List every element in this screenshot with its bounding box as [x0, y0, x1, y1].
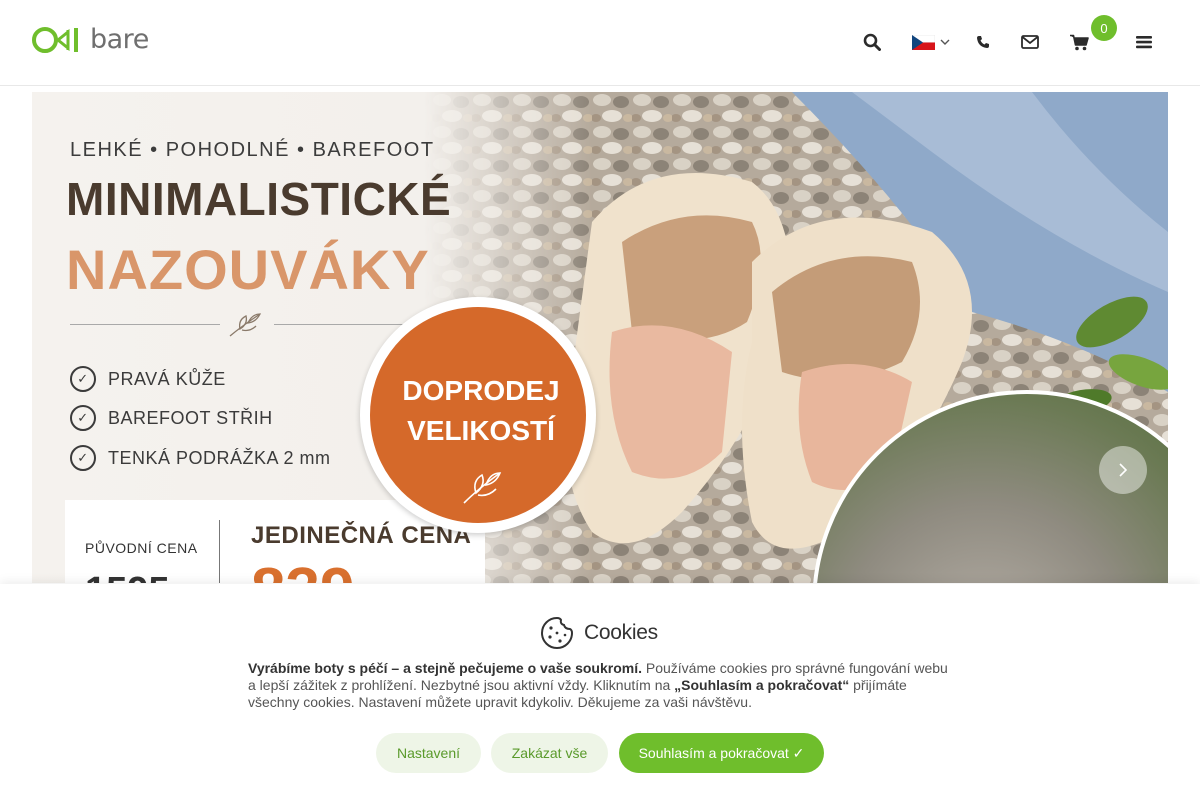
price-divider [219, 520, 220, 583]
sale-badge: DOPRODEJ VELIKOSTÍ [360, 297, 596, 533]
cookie-text: Vyrábíme boty s péčí – a stejně pečujeme… [248, 660, 948, 710]
new-price: 839 [251, 555, 354, 583]
logo-text: bare [90, 24, 149, 55]
mail-icon[interactable] [1020, 30, 1040, 54]
leaf-icon [460, 467, 506, 512]
cookie-accept-button[interactable]: Souhlasím a pokračovat ✓ [619, 733, 824, 773]
site-header: bare 0 [0, 0, 1200, 86]
hero-divider-left [70, 324, 220, 325]
check-circle-icon: ✓ [70, 405, 96, 431]
cart-icon[interactable] [1069, 30, 1089, 54]
sale-badge-inner: DOPRODEJ VELIKOSTÍ [367, 304, 589, 526]
cookie-consent-panel: Cookies Vyrábíme boty s péčí – a stejně … [0, 584, 1200, 800]
phone-icon[interactable] [975, 30, 991, 54]
hero-banner[interactable]: LEHKÉ • POHODLNÉ • BAREFOOT MINIMALISTIC… [32, 92, 1168, 583]
language-selector[interactable] [911, 30, 951, 54]
cookie-settings-button[interactable]: Nastavení [376, 733, 481, 773]
menu-icon[interactable] [1135, 30, 1153, 54]
cart-count-badge[interactable]: 0 [1091, 15, 1117, 41]
logo-mark-icon [32, 26, 88, 54]
sale-badge-line2: VELIKOSTÍ [407, 415, 555, 446]
hero-tagline: LEHKÉ • POHODLNÉ • BAREFOOT [70, 139, 435, 161]
check-circle-icon: ✓ [70, 366, 96, 392]
carousel-next-button[interactable] [1099, 446, 1147, 494]
original-price-label: PŮVODNÍ CENA [85, 540, 198, 556]
hero-heading-line2: NAZOUVÁKY [66, 238, 430, 301]
hero-feature-item: ✓ PRAVÁ KŮŽE [70, 366, 226, 392]
czech-flag-icon [912, 34, 935, 50]
check-circle-icon: ✓ [70, 445, 96, 471]
hero-heading-line1: MINIMALISTICKÉ [66, 173, 452, 225]
cookie-title: Cookies [540, 616, 658, 650]
cookie-icon [541, 616, 574, 649]
chevron-down-icon [940, 39, 950, 45]
logo[interactable]: bare [32, 26, 149, 54]
hero-feature-item: ✓ BAREFOOT STŘIH [70, 405, 273, 431]
leaf-icon [228, 310, 264, 343]
hero-feature-item: ✓ TENKÁ PODRÁŽKA 2 mm [70, 445, 331, 471]
sale-badge-line1: DOPRODEJ [402, 375, 560, 406]
search-icon[interactable] [862, 30, 882, 54]
original-price: 1595 [85, 570, 170, 583]
cookie-deny-all-button[interactable]: Zakázat vše [491, 733, 608, 773]
chevron-right-icon [1119, 463, 1128, 477]
